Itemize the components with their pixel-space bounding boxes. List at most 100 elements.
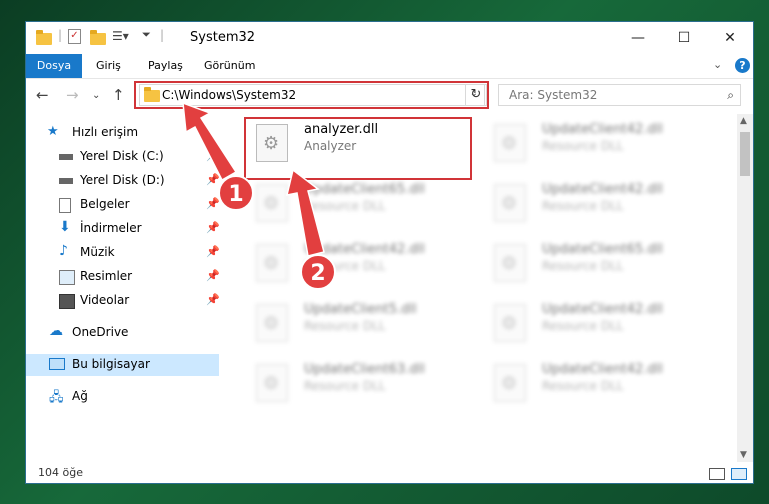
search-icon: ⌕ bbox=[727, 88, 734, 102]
scroll-down-icon[interactable]: ▼ bbox=[740, 450, 747, 460]
forward-arrow-icon[interactable]: → bbox=[66, 86, 79, 104]
recent-locations-icon[interactable]: ⌄ bbox=[92, 90, 100, 101]
nav-label: İndirmeler bbox=[80, 221, 142, 235]
nav-label: Müzik bbox=[80, 245, 115, 259]
pictures-icon bbox=[59, 270, 75, 285]
search-placeholder: Ara: System32 bbox=[509, 88, 598, 102]
address-highlight-box bbox=[134, 81, 489, 109]
properties-icon[interactable]: ✓ bbox=[68, 29, 81, 44]
music-icon: ♪ bbox=[59, 243, 68, 259]
separator: | bbox=[58, 28, 63, 42]
nav-item-disk-c[interactable]: Yerel Disk (C:) 📌 bbox=[26, 146, 220, 168]
file-name: UpdateClient42.dll bbox=[542, 362, 663, 377]
dll-file-icon bbox=[494, 304, 526, 342]
nav-label: Ağ bbox=[72, 389, 88, 403]
window-title: System32 bbox=[190, 30, 256, 45]
scroll-up-icon[interactable]: ▲ bbox=[740, 116, 747, 126]
file-description: Resource DLL bbox=[542, 139, 624, 153]
file-description: Resource DLL bbox=[542, 199, 624, 213]
customize-qa-icon[interactable]: ☰▾ bbox=[112, 29, 129, 45]
file-name: UpdateClient63.dll bbox=[304, 362, 425, 377]
nav-label: OneDrive bbox=[72, 325, 129, 339]
nav-item-network[interactable]: 🖧 Ağ bbox=[26, 386, 219, 408]
file-item[interactable]: UpdateClient42.dll Resource DLL bbox=[486, 178, 706, 230]
star-icon: ★ bbox=[47, 124, 59, 139]
explorer-window: | ✓ ☰▾ ⏷ | System32 — ☐ ✕ Dosya Giriş Pa… bbox=[25, 21, 754, 484]
nav-label: Yerel Disk (C:) bbox=[80, 149, 164, 163]
videos-icon bbox=[59, 294, 75, 309]
pin-icon: 📌 bbox=[206, 221, 220, 234]
vertical-scrollbar[interactable]: ▲ ▼ bbox=[737, 114, 753, 462]
file-item[interactable]: UpdateClient42.dll Resource DLL bbox=[486, 118, 706, 170]
nav-label: Bu bilgisayar bbox=[72, 357, 150, 371]
navigation-pane: ★ Hızlı erişim Yerel Disk (C:) 📌 Yerel D… bbox=[26, 114, 220, 464]
details-view-icon[interactable] bbox=[709, 468, 725, 480]
nav-label: Hızlı erişim bbox=[72, 125, 139, 139]
nav-item-onedrive[interactable]: ☁ OneDrive bbox=[26, 322, 219, 344]
tab-view[interactable]: Görünüm bbox=[204, 54, 255, 78]
file-item[interactable]: UpdateClient42.dll Resource DLL bbox=[486, 358, 706, 410]
drive-icon bbox=[59, 178, 73, 184]
nav-label: Resimler bbox=[80, 269, 133, 283]
separator: | bbox=[160, 28, 165, 42]
expand-ribbon-icon[interactable]: ⌄ bbox=[713, 58, 722, 71]
nav-label: Videolar bbox=[80, 293, 130, 307]
nav-item-music[interactable]: ♪ Müzik 📌 bbox=[26, 242, 220, 264]
scroll-thumb[interactable] bbox=[740, 132, 750, 176]
dll-file-icon bbox=[494, 124, 526, 162]
file-description: Resource DLL bbox=[304, 259, 386, 273]
pin-icon: 📌 bbox=[206, 293, 220, 306]
ribbon-tabs: Dosya Giriş Paylaş Görünüm ⌄ ? bbox=[26, 54, 753, 79]
dll-file-icon bbox=[494, 364, 526, 402]
close-button[interactable]: ✕ bbox=[707, 22, 753, 54]
large-icons-view-icon[interactable] bbox=[731, 468, 747, 480]
file-item[interactable]: UpdateClient42.dll Resource DLL bbox=[248, 238, 468, 290]
nav-item-this-pc[interactable]: Bu bilgisayar bbox=[26, 354, 219, 376]
file-description: Resource DLL bbox=[542, 379, 624, 393]
nav-item-documents[interactable]: Belgeler 📌 bbox=[26, 194, 220, 216]
minimize-button[interactable]: — bbox=[615, 22, 661, 54]
dll-file-icon bbox=[256, 244, 288, 282]
pin-icon: 📌 bbox=[206, 269, 220, 282]
network-icon: 🖧 bbox=[49, 390, 64, 405]
computer-icon bbox=[49, 358, 65, 370]
file-description: Resource DLL bbox=[304, 379, 386, 393]
file-item[interactable]: UpdateClient42.dll Resource DLL bbox=[486, 298, 706, 350]
file-item[interactable]: UpdateClient63.dll Resource DLL bbox=[248, 358, 468, 410]
cloud-icon: ☁ bbox=[49, 323, 63, 339]
dll-file-icon bbox=[494, 244, 526, 282]
nav-label: Belgeler bbox=[80, 197, 130, 211]
file-description: Resource DLL bbox=[304, 319, 386, 333]
pin-icon: 📌 bbox=[206, 245, 220, 258]
dll-file-icon bbox=[256, 364, 288, 402]
nav-item-videos[interactable]: Videolar 📌 bbox=[26, 290, 220, 312]
qa-dropdown-icon[interactable]: ⏷ bbox=[142, 28, 151, 44]
file-item[interactable]: UpdateClient65.dll Resource DLL bbox=[248, 178, 468, 230]
tab-home[interactable]: Giriş bbox=[96, 54, 121, 78]
nav-item-downloads[interactable]: ⬇ İndirmeler 📌 bbox=[26, 218, 220, 240]
nav-item-pictures[interactable]: Resimler 📌 bbox=[26, 266, 220, 288]
file-description: Resource DLL bbox=[304, 199, 386, 213]
nav-item-disk-d[interactable]: Yerel Disk (D:) 📌 bbox=[26, 170, 220, 192]
back-arrow-icon[interactable]: ← bbox=[36, 86, 49, 104]
pin-icon: 📌 bbox=[206, 197, 220, 210]
file-name: UpdateClient65.dll bbox=[542, 242, 663, 257]
file-name: UpdateClient42.dll bbox=[542, 122, 663, 137]
nav-item-quick-access[interactable]: ★ Hızlı erişim bbox=[26, 122, 219, 144]
tab-share[interactable]: Paylaş bbox=[148, 54, 183, 78]
search-box[interactable]: Ara: System32 ⌕ bbox=[498, 84, 741, 106]
item-count: 104 öğe bbox=[38, 466, 83, 479]
tab-file[interactable]: Dosya bbox=[26, 54, 82, 78]
up-arrow-icon[interactable]: ↑ bbox=[112, 86, 125, 104]
help-icon[interactable]: ? bbox=[735, 58, 750, 73]
file-highlight-box bbox=[244, 117, 472, 180]
file-description: Resource DLL bbox=[542, 319, 624, 333]
file-item[interactable]: UpdateClient5.dll Resource DLL bbox=[248, 298, 468, 350]
documents-icon bbox=[59, 198, 71, 213]
dll-file-icon bbox=[256, 304, 288, 342]
drive-icon bbox=[59, 154, 73, 160]
maximize-button[interactable]: ☐ bbox=[661, 22, 707, 54]
file-item[interactable]: UpdateClient65.dll Resource DLL bbox=[486, 238, 706, 290]
file-name: UpdateClient42.dll bbox=[542, 302, 663, 317]
download-icon: ⬇ bbox=[59, 219, 71, 235]
